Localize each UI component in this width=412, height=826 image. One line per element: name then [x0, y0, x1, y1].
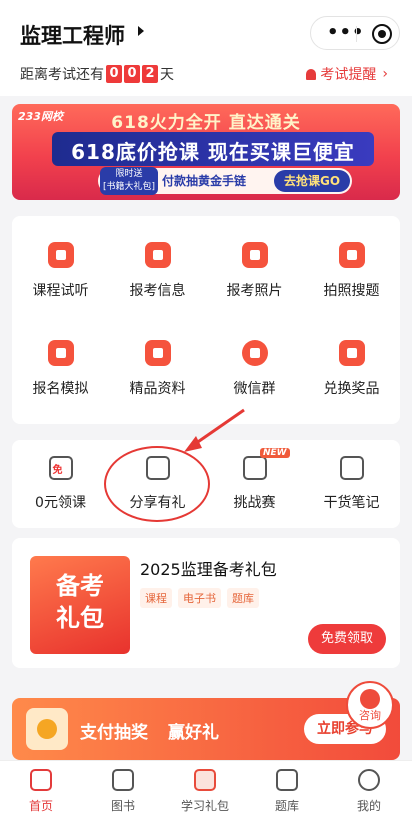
- gift-icon: [194, 769, 216, 791]
- crossed-swords-icon: [242, 456, 267, 480]
- feature-label: 干货笔记: [323, 495, 380, 511]
- page-title[interactable]: 监理工程师: [20, 20, 125, 50]
- grid-item-label: 课程试听: [32, 283, 89, 299]
- feature-label: 0元领课: [35, 495, 86, 511]
- title-caret-icon[interactable]: [138, 26, 144, 36]
- bottom-tab-bar: 首页 图书 学习礼包 题库 我的: [0, 760, 412, 826]
- lottery-banner[interactable]: 支付抽奖 赢好礼 立即参与: [12, 698, 400, 760]
- more-icon[interactable]: •••: [327, 24, 365, 42]
- grid-item-label: 报考照片: [226, 283, 283, 299]
- grid-item-exam-info[interactable]: 报考信息: [109, 242, 206, 300]
- grid-item-label: 微信群: [233, 381, 276, 397]
- gift-pack-card[interactable]: 备考 礼包 2025监理备考礼包 课程 电子书 题库 免费领取: [12, 538, 400, 668]
- close-target-icon[interactable]: [372, 24, 392, 44]
- chevron-right-icon: ›: [382, 66, 388, 82]
- feature-label: 挑战赛: [233, 495, 276, 511]
- tab-study-pack[interactable]: 学习礼包: [164, 769, 246, 814]
- thumb-text-line: 备考: [56, 572, 104, 600]
- tab-label: 我的: [356, 799, 381, 813]
- countdown-digit: 0: [124, 65, 140, 83]
- tab-label: 题库: [274, 799, 299, 813]
- banner-headline: 618火力全开 直达通关: [111, 113, 301, 133]
- grid-item-label: 拍照搜题: [323, 283, 380, 299]
- feature-free-course[interactable]: 免 0元领课: [12, 456, 109, 512]
- grid-item-mock-signup[interactable]: 报名模拟: [12, 340, 109, 398]
- tag: 课程: [140, 588, 172, 608]
- home-icon: [30, 769, 52, 791]
- play-icon: [47, 242, 74, 268]
- consult-label: 咨询: [359, 709, 381, 722]
- banner-subheadline: 618底价抢课 现在买课巨便宜: [71, 140, 355, 164]
- free-badge: 免: [52, 465, 63, 476]
- free-ticket-icon: 免: [48, 456, 73, 480]
- gift-pack-tags: 课程 电子书 题库: [140, 588, 259, 608]
- reminder-label: 考试提醒: [320, 67, 377, 83]
- gift-pack-title: 2025监理备考礼包: [140, 560, 277, 579]
- promo-tag-top: 限时送: [115, 169, 143, 179]
- tab-home[interactable]: 首页: [0, 769, 82, 814]
- thumb-text-line: 礼包: [56, 604, 104, 632]
- book-icon: [112, 769, 134, 791]
- pencil-icon: [276, 769, 298, 791]
- capsule-divider: [356, 26, 357, 42]
- tab-question-bank[interactable]: 题库: [246, 769, 328, 814]
- mini-program-capsule: •••: [310, 16, 400, 50]
- tab-profile[interactable]: 我的: [328, 769, 410, 814]
- banner-promo-tag: 限时送 [书籍大礼包]: [100, 167, 158, 195]
- tab-label: 学习礼包: [180, 799, 229, 813]
- grid-item-photo-search[interactable]: 拍照搜题: [303, 242, 400, 300]
- grid-item-exam-photo[interactable]: 报考照片: [206, 242, 303, 300]
- gift-box-icon: [338, 340, 365, 366]
- banner-promo-text: 付款抽黄金手链: [162, 174, 247, 188]
- grid-item-wechat-group[interactable]: 微信群: [206, 340, 303, 398]
- gift-pack-thumbnail: 备考 礼包: [30, 556, 130, 654]
- chat-info-icon: [144, 242, 171, 268]
- countdown-prefix: 距离考试还有: [20, 67, 104, 83]
- chat-bubble-icon: [241, 340, 268, 366]
- exam-countdown: 距离考试还有 0 0 2 天: [20, 64, 174, 84]
- tab-label: 图书: [110, 799, 135, 813]
- tag: 题库: [227, 588, 259, 608]
- grid-item-redeem[interactable]: 兑换奖品: [303, 340, 400, 398]
- customer-service-icon: [360, 689, 380, 709]
- document-list-icon: [47, 340, 74, 366]
- grid-item-label: 报名模拟: [32, 381, 89, 397]
- tab-label: 首页: [28, 799, 53, 813]
- lottery-clock-icon: [26, 708, 68, 750]
- notes-edit-icon: [339, 456, 364, 480]
- lottery-text: 赢好礼: [168, 723, 219, 743]
- feature-challenge[interactable]: 挑战赛: [206, 456, 303, 512]
- grid-item-course-trial[interactable]: 课程试听: [12, 242, 109, 300]
- bell-icon: [306, 68, 317, 80]
- banner-go-button[interactable]: 去抢课GO: [274, 170, 350, 192]
- lottery-text: 支付抽奖: [80, 723, 148, 743]
- countdown-digit: 0: [106, 65, 122, 83]
- countdown-digit: 2: [142, 65, 158, 83]
- photo-icon: [241, 242, 268, 268]
- annotation-circle: [104, 446, 210, 522]
- promo-tag-bottom: [书籍大礼包]: [102, 182, 156, 192]
- profile-icon: [358, 769, 380, 791]
- grid-item-materials[interactable]: 精品资料: [109, 340, 206, 398]
- header: 监理工程师 ••• 距离考试还有 0 0 2 天 考试提醒 ›: [0, 0, 412, 96]
- countdown-unit: 天: [160, 67, 174, 83]
- exam-reminder-link[interactable]: 考试提醒 ›: [306, 64, 388, 84]
- banner-subheadline-box: 618底价抢课 现在买课巨便宜: [52, 132, 374, 166]
- tag: 电子书: [178, 588, 221, 608]
- grid-item-label: 兑换奖品: [323, 381, 380, 397]
- download-doc-icon: [144, 340, 171, 366]
- tab-books[interactable]: 图书: [82, 769, 164, 814]
- new-badge: NEW: [260, 448, 290, 458]
- grid-item-label: 精品资料: [129, 381, 186, 397]
- claim-free-button[interactable]: 免费领取: [308, 624, 386, 654]
- feature-notes[interactable]: 干货笔记: [303, 456, 400, 512]
- camera-search-icon: [338, 242, 365, 268]
- quick-actions-card: 课程试听 报考信息 报考照片 拍照搜题 报名模拟 精品资料 微信群 兑换奖品: [12, 216, 400, 424]
- promo-banner[interactable]: 233网校 618火力全开 直达通关 618底价抢课 现在买课巨便宜 限时送 […: [12, 104, 400, 200]
- grid-item-label: 报考信息: [129, 283, 186, 299]
- consult-float-button[interactable]: 咨询: [346, 681, 394, 729]
